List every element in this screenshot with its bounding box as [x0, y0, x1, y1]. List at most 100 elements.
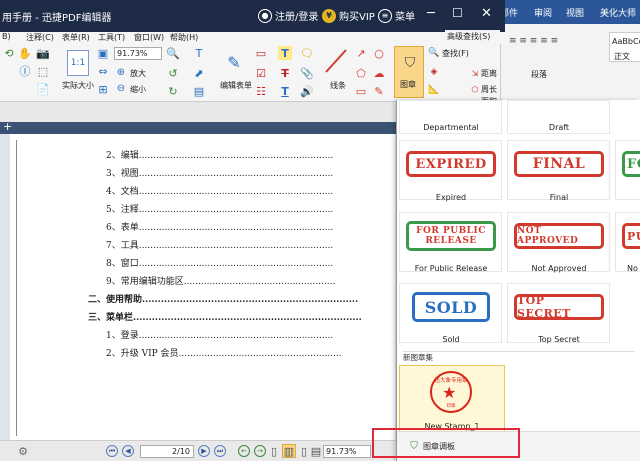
find-button[interactable]: 查找(F) — [442, 48, 469, 59]
stamp-cell-not-approved[interactable]: NOT APPROVED — [507, 212, 610, 272]
note-icon[interactable]: 🗨 — [300, 46, 314, 60]
word-tab-review[interactable]: 审阅 — [534, 6, 552, 19]
actual-size-label[interactable]: 实际大小 — [62, 80, 94, 91]
doc-line: 5、注释....................................… — [106, 205, 334, 215]
measure-icon[interactable]: 📐 — [428, 84, 440, 96]
rotate-right-icon[interactable]: ↻ — [166, 84, 180, 98]
next-page-icon[interactable]: ▶ — [198, 445, 210, 457]
menu-item-window[interactable]: 窗口(W) — [134, 32, 164, 43]
select-area-icon[interactable]: ⬚ — [36, 64, 50, 78]
word-tab-view[interactable]: 视图 — [566, 6, 584, 19]
page-icon[interactable]: 📄 — [36, 82, 50, 96]
back-icon[interactable]: ⟲ — [2, 46, 16, 60]
fit-page-icon[interactable]: ▣ — [96, 46, 110, 60]
zoom-in-icon[interactable]: ⊕ — [115, 66, 127, 78]
facing-continuous-icon[interactable]: ▤ — [310, 444, 322, 458]
menu-item-partial[interactable]: B) — [2, 32, 11, 41]
menu-button[interactable]: ≡ 菜单 — [378, 8, 415, 23]
strikeout-icon[interactable]: T — [278, 66, 292, 80]
highlight-text-icon[interactable]: T — [278, 46, 292, 60]
distance-icon: ⇲ — [471, 68, 479, 78]
doc-line: 8、窗口....................................… — [106, 259, 334, 269]
menu-item-tools[interactable]: 工具(T) — [98, 32, 125, 43]
fit-width-icon[interactable]: ⇔ — [96, 64, 110, 78]
sound-icon[interactable]: 🔊 — [300, 84, 314, 98]
settings-icon[interactable]: ⚙ — [16, 444, 30, 458]
login-button[interactable]: ● 注册/登录 — [258, 8, 318, 23]
arrow-icon[interactable]: ↗ — [354, 46, 368, 60]
hand-icon[interactable]: ✋ — [18, 46, 32, 60]
stamp-cell-new-stamp-1[interactable]: 迅大象专用章 ★ 印章 New Stamp_1 — [399, 365, 505, 432]
section-divider — [403, 351, 635, 352]
camera-icon[interactable]: 📷 — [36, 46, 50, 60]
zoom-out-icon[interactable]: ⊖ — [115, 82, 127, 94]
edit-form-label[interactable]: 编辑表单 — [220, 80, 252, 91]
prev-page-icon[interactable]: ◀ — [122, 445, 134, 457]
line-label[interactable]: 线条 — [330, 80, 346, 91]
stamp-cell-partial-1[interactable]: FO — [615, 140, 640, 200]
menu-item-form[interactable]: 表单(R) — [62, 32, 90, 43]
stamp-label-final: Final — [549, 193, 569, 202]
stamp-cell-partial-2[interactable]: PU — [615, 212, 640, 272]
single-page-icon[interactable]: ▯ — [268, 444, 280, 458]
line-icon[interactable] — [324, 48, 348, 74]
add-image-icon[interactable]: ▤ — [192, 84, 206, 98]
edit-text-icon[interactable]: T — [192, 46, 206, 60]
menu-item-help[interactable]: 帮助(H) — [170, 32, 198, 43]
stamp-cell-top-secret[interactable]: TOP SECRET — [507, 283, 610, 343]
edit-form-icon[interactable]: ✎ — [222, 50, 246, 74]
stamp-cell-expired[interactable]: EXPIRED — [399, 140, 502, 200]
minimize-icon[interactable]: ─ — [427, 6, 435, 21]
maximize-icon[interactable]: ☐ — [452, 6, 463, 20]
page-number-input[interactable]: 2/10 — [140, 445, 194, 458]
advanced-find-button[interactable]: 高级查找(S) — [447, 31, 490, 42]
actual-size-icon[interactable]: 1:1 — [67, 50, 89, 76]
add-tab-icon[interactable]: + — [3, 120, 12, 133]
stamp-icon: ⛉ — [404, 55, 416, 71]
last-page-icon[interactable]: ⏭ — [214, 445, 226, 457]
text-field-icon[interactable]: ▭ — [254, 46, 268, 60]
yen-icon: ¥ — [322, 8, 336, 23]
attach-icon[interactable]: 📎 — [300, 66, 314, 80]
pencil-icon[interactable]: ✎ — [372, 84, 386, 98]
menu-item-annotate[interactable]: 注释(C) — [26, 32, 54, 43]
close-icon[interactable]: ✕ — [481, 6, 492, 21]
fit-visible-icon[interactable]: ⊞ — [96, 82, 110, 96]
status-zoom-select[interactable]: 91.73% — [323, 445, 371, 458]
zoom-select[interactable]: 91.73% — [114, 47, 162, 60]
cloud-icon[interactable]: ☁ — [372, 66, 386, 80]
polygon-icon[interactable]: ⬠ — [354, 66, 368, 80]
stamp-sold: SOLD — [412, 292, 490, 322]
rectangle-icon[interactable]: ▭ — [354, 84, 368, 98]
perimeter-button[interactable]: 周长 — [481, 84, 497, 95]
stamp-public-release: FOR PUBLIC RELEASE — [406, 221, 496, 251]
history-forward-icon[interactable]: → — [254, 445, 266, 457]
buy-vip-button[interactable]: ¥ 购买VIP — [322, 8, 375, 23]
title-bar: 用手册 - 迅捷PDF编辑器 ● 注册/登录 ¥ 购买VIP ≡ 菜单 ─ ☐ … — [0, 0, 505, 32]
stamp-button[interactable]: ⛉ 图章 — [394, 46, 424, 98]
stamp-cell-sold[interactable]: SOLD — [399, 283, 502, 343]
zoom-out-label[interactable]: 缩小 — [130, 84, 146, 95]
menu-icon: ≡ — [378, 8, 392, 23]
circle-icon[interactable]: ○ — [372, 46, 386, 60]
eraser-icon[interactable]: ◈ — [428, 66, 440, 78]
zoom-in-label[interactable]: 放大 — [130, 68, 146, 79]
rotate-left-icon[interactable]: ↺ — [166, 66, 180, 80]
edit-object-icon[interactable]: ⬈ — [192, 66, 206, 80]
select-text-icon[interactable]: Ⓘ — [18, 64, 32, 78]
zoom-tool-icon[interactable]: 🔍 — [166, 46, 180, 60]
word-tab-beautify[interactable]: 美化大师 — [600, 6, 636, 19]
word-style-normal[interactable]: AaBbCc 正文 — [609, 32, 640, 62]
distance-button[interactable]: 距离 — [481, 68, 497, 79]
underline-icon[interactable]: T — [278, 84, 292, 98]
history-back-icon[interactable]: ← — [238, 445, 250, 457]
continuous-page-icon[interactable]: ▥ — [282, 444, 296, 458]
first-page-icon[interactable]: ⏮ — [106, 445, 118, 457]
stamp-final: FINAL — [514, 151, 604, 177]
list-field-icon[interactable]: ☷ — [254, 84, 268, 98]
checkbox-field-icon[interactable]: ☑ — [254, 66, 268, 80]
facing-page-icon[interactable]: ▯ — [298, 444, 310, 458]
stamp-cell-public-release[interactable]: FOR PUBLIC RELEASE — [399, 212, 502, 272]
left-panel[interactable] — [0, 134, 10, 440]
stamp-cell-final[interactable]: FINAL — [507, 140, 610, 200]
